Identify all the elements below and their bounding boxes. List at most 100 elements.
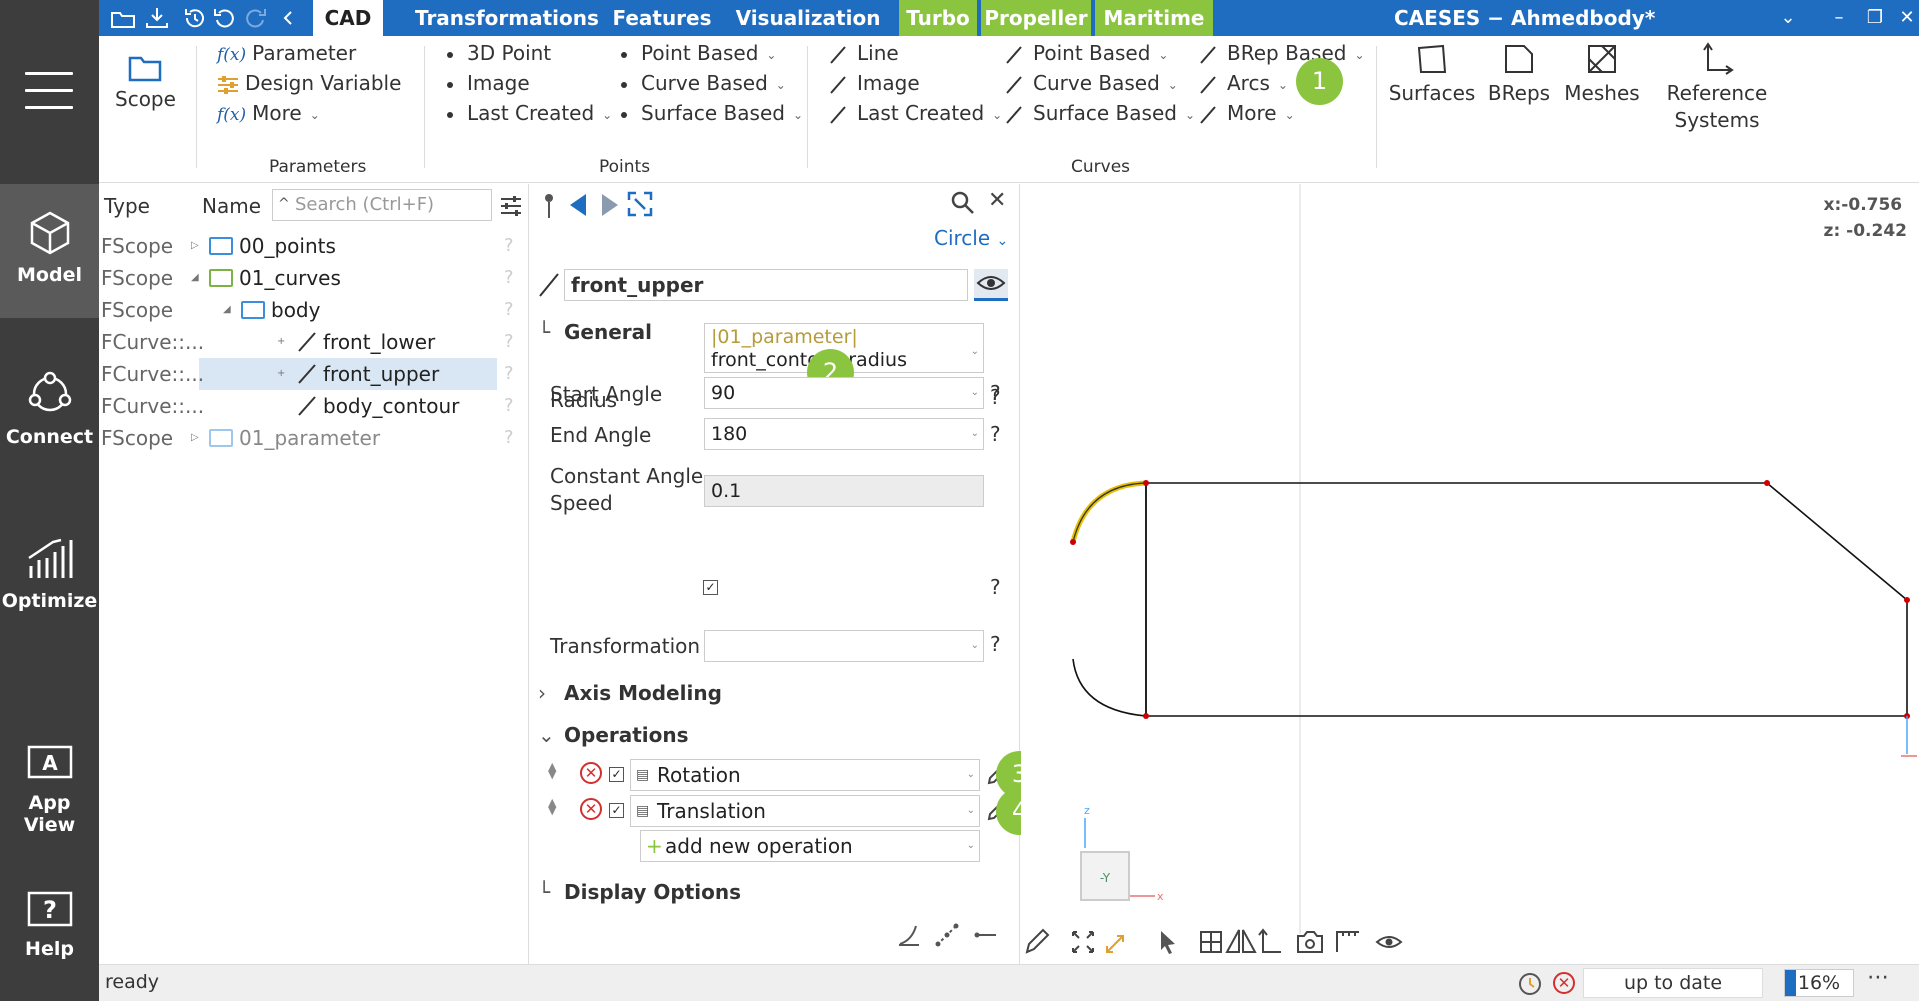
operation-enabled-checkbox[interactable]: ✓ (609, 803, 624, 818)
brep-based-button[interactable]: BRep Based ⌄ (1199, 41, 1365, 65)
restore-icon[interactable]: ❐ (1861, 4, 1889, 32)
zoom-selection-icon[interactable] (1106, 935, 1124, 953)
column-header-type[interactable]: Type (104, 194, 150, 218)
drag-handle-icon[interactable]: ▲ ▼ (548, 797, 556, 816)
tangent-icon[interactable] (972, 922, 998, 948)
help-icon[interactable]: ? (504, 262, 514, 294)
fit-view-icon[interactable] (1072, 931, 1094, 953)
meshes-button[interactable]: Meshes (1559, 42, 1645, 107)
arrow-right-icon[interactable] (598, 192, 620, 218)
point-last-created-button[interactable]: Last Created ⌄ (447, 101, 612, 125)
point-image-button[interactable]: Image (447, 71, 530, 95)
object-name-input[interactable]: front_upper (564, 269, 968, 301)
point-based-button[interactable]: Point Based ⌄ (621, 41, 776, 65)
tab-cad[interactable]: CAD (313, 0, 383, 36)
focus-selection-icon[interactable] (626, 190, 654, 218)
curve-image-button[interactable]: Image (829, 71, 920, 95)
tree-row[interactable]: FCurve::... + front_lower ? (99, 326, 529, 358)
nav-help[interactable]: ? Help (0, 890, 99, 960)
help-icon[interactable]: ? (990, 422, 1001, 446)
pin-icon[interactable] (542, 192, 556, 220)
error-indicator-icon[interactable]: ✕ (1553, 972, 1575, 994)
curve-surface-based-button[interactable]: Surface Based ⌄ (1005, 101, 1195, 125)
breps-button[interactable]: BReps (1484, 42, 1554, 107)
nav-app-view[interactable]: A App View (0, 744, 99, 836)
arcs-button[interactable]: Arcs ⌄ (1199, 71, 1288, 95)
drag-handle-icon[interactable]: ▲ ▼ (548, 761, 556, 780)
tree-row[interactable]: FScope ◢ 01_curves ? (99, 262, 529, 294)
surfaces-button[interactable]: Surfaces (1384, 42, 1480, 107)
help-icon[interactable]: ? (990, 632, 1001, 656)
nav-optimize[interactable]: Optimize (0, 532, 99, 612)
help-icon[interactable]: ? (504, 294, 514, 326)
nav-connect[interactable]: Connect (0, 370, 99, 448)
tree-search-input[interactable]: ^ Search (Ctrl+F) (272, 189, 492, 221)
parameter-button[interactable]: f(x) Parameter (217, 41, 356, 65)
arrow-left-icon[interactable] (568, 192, 590, 218)
curve-curve-based-button[interactable]: Curve Based ⌄ (1005, 71, 1178, 95)
more-options-icon[interactable]: ⋯ (1867, 965, 1889, 990)
filter-settings-icon[interactable] (499, 194, 523, 218)
chevron-down-icon[interactable]: ⌄ (1774, 4, 1802, 32)
help-icon[interactable]: ? (504, 230, 514, 262)
mirror-icon[interactable] (1225, 929, 1257, 953)
tree-row[interactable]: FScope ▷ 00_points ? (99, 230, 529, 262)
collapse-icon[interactable]: ◢ (191, 262, 199, 294)
line-button[interactable]: Line (829, 41, 899, 65)
curve-display-icon[interactable] (896, 922, 922, 948)
minimize-icon[interactable]: – (1825, 4, 1853, 32)
help-icon[interactable]: ? (504, 422, 514, 454)
tree-row[interactable]: FCurve::... body_contour ? (99, 390, 529, 422)
search-icon[interactable] (950, 190, 976, 216)
open-folder-icon[interactable] (109, 5, 137, 31)
section-operations[interactable]: ⌄ Operations (538, 723, 689, 747)
point-curve-based-button[interactable]: Curve Based ⌄ (621, 71, 786, 95)
tab-propeller[interactable]: Propeller (981, 0, 1091, 36)
expand-icon[interactable]: + (277, 358, 285, 390)
section-general[interactable]: └ General (538, 320, 652, 344)
end-angle-input[interactable]: 180 ⌄ (704, 418, 984, 450)
remove-operation-icon[interactable]: ✕ (580, 762, 602, 784)
help-icon[interactable]: ? (504, 358, 514, 390)
section-display-options[interactable]: └ Display Options (538, 880, 741, 904)
transformation-input[interactable]: ⌄ (704, 630, 984, 662)
add-operation-field[interactable]: + add new operation ⌄ (640, 830, 980, 862)
help-icon[interactable]: ? (990, 575, 1001, 599)
menu-icon[interactable] (25, 72, 73, 123)
close-icon[interactable]: ✕ (988, 188, 1006, 213)
chevron-left-icon[interactable] (275, 5, 303, 31)
select-cursor-icon[interactable] (1161, 931, 1175, 954)
nav-model[interactable]: Model (0, 184, 99, 318)
dimension-icon[interactable] (1336, 931, 1359, 952)
scope-button[interactable]: Scope (115, 52, 176, 113)
history-icon[interactable] (181, 5, 209, 31)
collapse-icon[interactable]: ◢ (223, 294, 231, 326)
redo-icon[interactable] (241, 5, 269, 31)
section-axis-modeling[interactable]: › Axis Modeling (538, 681, 722, 705)
more-parameters-button[interactable]: f(x) More ⌄ (217, 101, 320, 125)
more-curves-button[interactable]: More ⌄ (1199, 101, 1295, 125)
tree-row[interactable]: FScope ▷ 01_parameter ? (99, 422, 529, 454)
tab-visualization[interactable]: Visualization (733, 0, 883, 36)
tree-row-selected[interactable]: FCurve::... + front_upper ? (99, 358, 529, 390)
curve-last-created-button[interactable]: Last Created ⌄ (829, 101, 1002, 125)
design-variable-button[interactable]: Design Variable (217, 71, 401, 95)
visibility-toggle[interactable] (974, 269, 1008, 301)
operation-rotation-field[interactable]: ▤ Rotation ⌄ (630, 759, 980, 791)
point-3d-button[interactable]: 3D Point (447, 41, 551, 65)
reference-systems-button[interactable]: Reference Systems (1652, 42, 1782, 134)
operation-enabled-checkbox[interactable]: ✓ (609, 767, 624, 782)
expand-icon[interactable]: + (277, 326, 285, 358)
help-icon[interactable]: ? (504, 390, 514, 422)
operation-translation-field[interactable]: ▤ Translation ⌄ (630, 795, 980, 827)
help-icon[interactable]: ? (990, 381, 1001, 405)
undo-icon[interactable] (211, 5, 239, 31)
type-selector[interactable]: Circle ⌄ (934, 226, 1008, 250)
grid-view-icon[interactable] (1200, 931, 1222, 953)
start-angle-input[interactable]: 90 ⌄ (704, 377, 984, 409)
tab-maritime[interactable]: Maritime (1095, 0, 1213, 36)
help-icon[interactable]: ? (504, 326, 514, 358)
remove-operation-icon[interactable]: ✕ (580, 798, 602, 820)
tab-transformations[interactable]: Transformations (415, 0, 599, 36)
3d-viewport[interactable]: x:-0.756 z: -0.242 z x -Y (1021, 184, 1919, 964)
